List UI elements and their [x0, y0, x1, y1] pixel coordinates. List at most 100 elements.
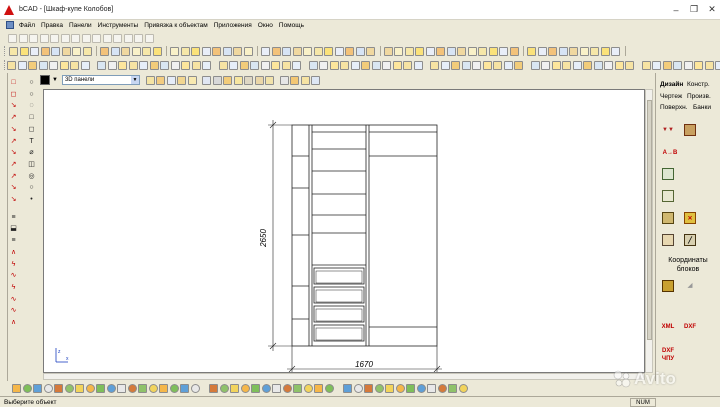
toolbar-button[interactable] — [123, 33, 133, 43]
bottom-toolbar-button[interactable] — [75, 383, 84, 393]
toolbar-button[interactable] — [113, 33, 122, 43]
table-icon[interactable] — [662, 168, 674, 180]
toolbar-button[interactable] — [260, 60, 270, 70]
view-button[interactable] — [254, 75, 264, 85]
bottom-toolbar-button[interactable] — [314, 383, 323, 393]
bottom-toolbar-button[interactable] — [219, 383, 229, 393]
bottom-toolbar-button[interactable] — [148, 383, 158, 393]
toolbar-button[interactable] — [392, 60, 402, 70]
toolbar-button[interactable] — [436, 46, 445, 56]
panel-edit-icon[interactable] — [662, 212, 674, 224]
view-button[interactable] — [177, 75, 187, 85]
toolbar-button[interactable] — [121, 46, 130, 56]
toolbar-button[interactable] — [600, 46, 610, 56]
toolbar-button[interactable] — [319, 60, 328, 70]
toolbar-button[interactable] — [548, 46, 557, 56]
draw-tool-icon[interactable]: ◎ — [27, 172, 36, 181]
a-to-b-icon[interactable]: A→B — [662, 147, 678, 159]
toolbar-button[interactable] — [60, 33, 70, 43]
draw-tool-icon[interactable]: ↘ — [9, 148, 18, 157]
toolbar-button[interactable] — [662, 60, 672, 70]
toolbar-button[interactable] — [652, 60, 661, 70]
toolbar-button[interactable] — [345, 46, 354, 56]
bottom-toolbar-button[interactable] — [395, 383, 405, 393]
draw-tool-icon[interactable]: ◻ — [9, 90, 18, 99]
draw-tool-icon[interactable]: ↗ — [9, 172, 18, 181]
panel-delete-icon[interactable]: ✕ — [684, 212, 696, 224]
toolbar-button[interactable] — [100, 46, 109, 56]
toolbar-button[interactable] — [641, 60, 651, 70]
toolbar-button[interactable] — [694, 60, 703, 70]
toolbar-button[interactable] — [569, 46, 578, 56]
bottom-toolbar-button[interactable] — [190, 383, 200, 393]
view-button[interactable] — [311, 75, 321, 85]
grid-layout-icon[interactable] — [662, 190, 674, 202]
toolbar-button[interactable] — [261, 46, 270, 56]
toolbar-button[interactable] — [308, 60, 318, 70]
toolbar-button[interactable] — [383, 46, 393, 56]
toolbar-button[interactable] — [673, 60, 682, 70]
toolbar-button[interactable] — [7, 60, 16, 70]
draw-tool-icon[interactable]: ↘ — [9, 125, 18, 134]
toolbar-button[interactable] — [71, 33, 80, 43]
draw-tool-icon[interactable]: ○ — [27, 183, 36, 192]
toolbar-button[interactable] — [530, 60, 540, 70]
draw-tool-icon[interactable]: ◫ — [27, 160, 36, 169]
draw-tool-icon[interactable]: ∿ — [9, 295, 18, 304]
toolbar-button[interactable] — [81, 33, 91, 43]
toolbar-button[interactable] — [243, 46, 253, 56]
vertical-scrollbar[interactable] — [645, 89, 653, 373]
draw-tool-icon[interactable]: ∧ — [9, 318, 18, 327]
toolbar-button[interactable] — [250, 60, 259, 70]
measure-icon[interactable]: ╱ — [684, 234, 696, 246]
toolbar-button[interactable] — [282, 46, 291, 56]
toolbar-button[interactable] — [82, 46, 92, 56]
draw-tool-icon[interactable]: □ — [9, 78, 18, 87]
scrollbar-thumb[interactable] — [647, 100, 652, 340]
bottom-toolbar-button[interactable] — [374, 383, 384, 393]
draw-tool-icon[interactable]: ↘ — [9, 101, 18, 110]
toolbar-button[interactable] — [239, 60, 249, 70]
view-button[interactable] — [300, 75, 310, 85]
close-button[interactable]: ✕ — [704, 3, 720, 17]
bottom-toolbar-button[interactable] — [261, 383, 271, 393]
toolbar-button[interactable] — [49, 60, 58, 70]
view-button[interactable] — [279, 75, 289, 85]
draw-tool-icon[interactable]: ↘ — [9, 183, 18, 192]
bottom-toolbar-button[interactable] — [127, 383, 137, 393]
bottom-toolbar-button[interactable] — [85, 383, 95, 393]
bottom-toolbar-button[interactable] — [159, 383, 168, 393]
toolbar-button[interactable] — [292, 60, 301, 70]
bottom-toolbar-button[interactable] — [117, 383, 126, 393]
toolbar-button[interactable] — [493, 60, 502, 70]
bottom-toolbar-button[interactable] — [458, 383, 468, 393]
toolbar-button[interactable] — [29, 33, 38, 43]
render-icon[interactable]: ◢ — [684, 280, 696, 292]
menu-file[interactable]: Файл — [16, 22, 38, 29]
toolbar-button[interactable] — [149, 60, 159, 70]
tab-design[interactable]: Дизайн — [660, 81, 683, 88]
document-system-icon[interactable] — [6, 21, 14, 29]
toolbar-button[interactable] — [509, 46, 519, 56]
toolbar-button[interactable] — [579, 46, 589, 56]
toolbar-button[interactable] — [144, 33, 154, 43]
toolbar-button[interactable] — [218, 60, 228, 70]
view-button[interactable] — [156, 75, 166, 85]
toolbar-button[interactable] — [8, 33, 17, 43]
toolbar-button[interactable] — [303, 46, 312, 56]
toolbar-button[interactable] — [50, 33, 59, 43]
toolbar-button[interactable] — [40, 46, 50, 56]
bottom-toolbar-button[interactable] — [96, 383, 105, 393]
tab-surfaces[interactable]: Поверхн. — [660, 104, 687, 111]
toolbar-button[interactable] — [202, 60, 211, 70]
bottom-toolbar-button[interactable] — [406, 383, 415, 393]
toolbar-button[interactable] — [404, 46, 414, 56]
draw-tool-icon[interactable]: ↗ — [9, 137, 18, 146]
draw-tool-icon[interactable]: ↗ — [9, 160, 18, 169]
toolbar-button[interactable] — [440, 60, 450, 70]
bottom-toolbar-button[interactable] — [22, 383, 32, 393]
toolbar-button[interactable] — [415, 46, 424, 56]
toolbar-button[interactable] — [72, 46, 81, 56]
toolbar-button[interactable] — [128, 60, 138, 70]
bottom-toolbar-button[interactable] — [230, 383, 239, 393]
